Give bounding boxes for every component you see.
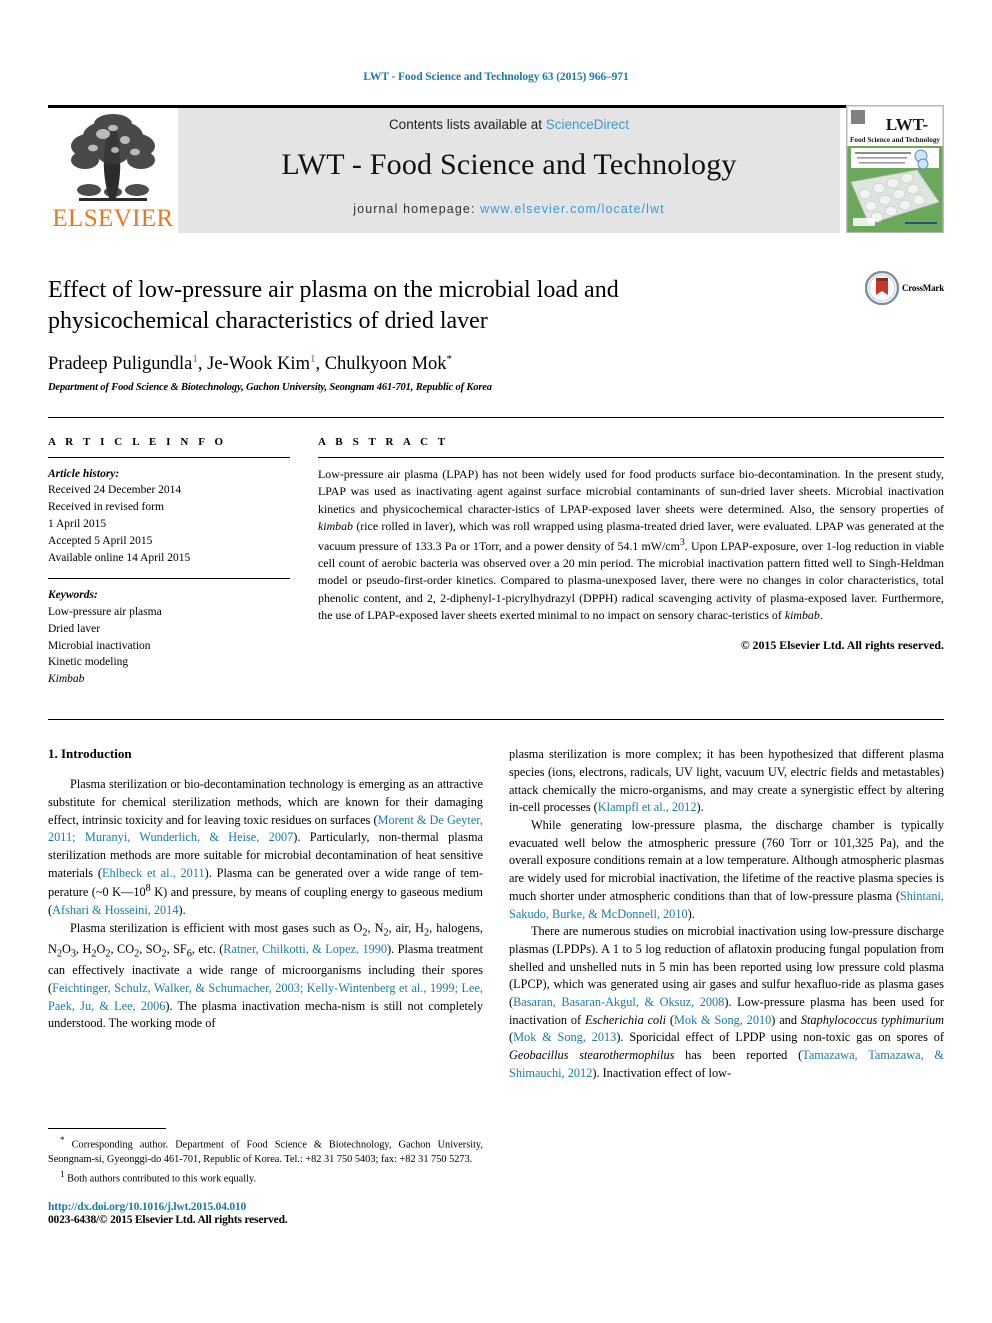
history-line: 1 April 2015 xyxy=(48,518,107,531)
page-title: Effect of low-pressure air plasma on the… xyxy=(48,276,619,334)
masthead-top-rule xyxy=(48,105,944,108)
footnote-corresponding-author: * Corresponding author. Department of Fo… xyxy=(48,1134,483,1167)
abstract-copyright: © 2015 Elsevier Ltd. All rights reserved… xyxy=(740,637,944,652)
journal-cover-thumbnail: LWT- Food Science and Technology xyxy=(846,104,944,233)
paragraph: There are numerous studies on microbial … xyxy=(509,924,945,1080)
author-name-1: Pradeep Puligundla xyxy=(48,354,193,375)
paragraph: plasma sterilization is more complex; it… xyxy=(509,747,944,815)
journal-homepage-line: journal homepage: www.elsevier.com/locat… xyxy=(353,202,664,216)
footnote-equal-text: Both authors contributed to this work eq… xyxy=(64,1173,257,1185)
running-head: LWT - Food Science and Technology 63 (20… xyxy=(363,71,629,83)
history-line: Available online 14 April 2015 xyxy=(48,551,191,564)
elsevier-wordmark: ELSEVIER xyxy=(52,204,174,232)
abstract-text: Low-pressure air plasma (LPAP) has not b… xyxy=(318,466,945,623)
keyword-item: Kinetic modeling xyxy=(48,656,129,669)
abstract-column: A B S T R A C T Low-pressure air plasma … xyxy=(318,436,944,700)
article-history-label: Article history: xyxy=(48,467,120,480)
elsevier-logo: ELSEVIER xyxy=(48,105,178,233)
author-list: Pradeep Puligundla1, Je-Wook Kim1, Chulk… xyxy=(48,352,453,375)
history-line: Accepted 5 April 2015 xyxy=(48,535,153,548)
footnote-equal-contribution: 1 Both authors contributed to this work … xyxy=(48,1168,483,1187)
abstract-rule xyxy=(318,456,944,458)
doi-block: http://dx.doi.org/10.1016/j.lwt.2015.04.… xyxy=(48,1201,483,1226)
abstract-bottom-rule xyxy=(48,719,944,721)
keyword-item: Kimbab xyxy=(48,673,85,686)
paragraph: Plasma sterilization is efficient with m… xyxy=(48,920,484,1031)
keywords-label: Keywords: xyxy=(48,588,98,601)
history-line: Received in revised form xyxy=(48,501,164,514)
homepage-prefix: journal homepage: xyxy=(353,202,481,216)
contents-prefix: Contents lists available at xyxy=(388,117,546,132)
footnote-rule xyxy=(48,1128,166,1130)
author-name-3: Chulkyoon Mok xyxy=(324,354,447,375)
body-columns: 1. Introduction Plasma sterilization or … xyxy=(48,746,944,1226)
title-block: CrossMark Effect of low-pressure air pla… xyxy=(48,270,944,395)
journal-homepage-link[interactable]: www.elsevier.com/locate/lwt xyxy=(480,202,665,216)
info-abstract-row: A R T I C L E I N F O Article history: R… xyxy=(48,436,944,700)
elsevier-tree-icon xyxy=(71,113,155,201)
issn-copyright-line: 0023-6438/© 2015 Elsevier Ltd. All right… xyxy=(48,1214,288,1227)
author-2-footnote-marker[interactable]: 1 xyxy=(310,353,316,365)
crossmark-label: CrossMark xyxy=(901,282,944,293)
keyword-item: Low-pressure air plasma xyxy=(48,605,162,618)
abstract-heading: A B S T R A C T xyxy=(318,435,449,448)
footnote-corresponding-text: Corresponding author. Department of Food… xyxy=(48,1139,483,1165)
article-info-heading: A R T I C L E I N F O xyxy=(48,435,227,448)
author-name-2: Je-Wook Kim xyxy=(207,354,310,375)
keywords-group: Keywords: Low-pressure air plasma Dried … xyxy=(48,587,290,688)
doi-link[interactable]: http://dx.doi.org/10.1016/j.lwt.2015.04.… xyxy=(48,1201,483,1213)
keyword-item: Microbial inactivation xyxy=(48,639,151,652)
corresponding-author-marker[interactable]: * xyxy=(447,353,453,365)
section-title-introduction: 1. Introduction xyxy=(48,746,132,762)
title-bottom-rule xyxy=(48,416,944,418)
author-1-footnote-marker[interactable]: 1 xyxy=(192,353,198,365)
svg-text:Food Science and Technology: Food Science and Technology xyxy=(850,136,940,144)
paragraph: Plasma sterilization or bio-decontaminat… xyxy=(48,777,483,918)
keywords-rule xyxy=(48,577,290,579)
footnotes: * Corresponding author. Department of Fo… xyxy=(48,1128,483,1226)
article-info-rule xyxy=(48,456,290,458)
sciencedirect-link[interactable]: ScienceDirect xyxy=(546,117,629,132)
affiliation: Department of Food Science & Biotechnolo… xyxy=(48,382,492,394)
paragraph: While generating low-pressure plasma, th… xyxy=(509,818,944,921)
article-history: Article history: Received 24 December 20… xyxy=(48,466,290,567)
svg-text:LWT-: LWT- xyxy=(886,115,929,134)
keyword-item: Dried laver xyxy=(48,622,101,635)
history-line: Received 24 December 2014 xyxy=(48,484,182,497)
crossmark-badge[interactable]: CrossMark xyxy=(864,270,944,305)
journal-title: LWT - Food Science and Technology xyxy=(281,148,737,181)
journal-masthead: ELSEVIER Contents lists available at Sci… xyxy=(48,104,944,233)
article-page: LWT - Food Science and Technology 63 (20… xyxy=(0,0,992,1323)
cover-artwork: LWT- Food Science and Technology xyxy=(847,105,943,232)
contents-available-line: Contents lists available at ScienceDirec… xyxy=(389,117,629,132)
journal-band: Contents lists available at ScienceDirec… xyxy=(178,104,840,233)
article-info-column: A R T I C L E I N F O Article history: R… xyxy=(48,436,290,700)
body-column-right: plasma sterilization is more complex; it… xyxy=(509,746,944,1226)
body-column-left: 1. Introduction Plasma sterilization or … xyxy=(48,746,483,1226)
crossmark-icon xyxy=(864,270,899,305)
